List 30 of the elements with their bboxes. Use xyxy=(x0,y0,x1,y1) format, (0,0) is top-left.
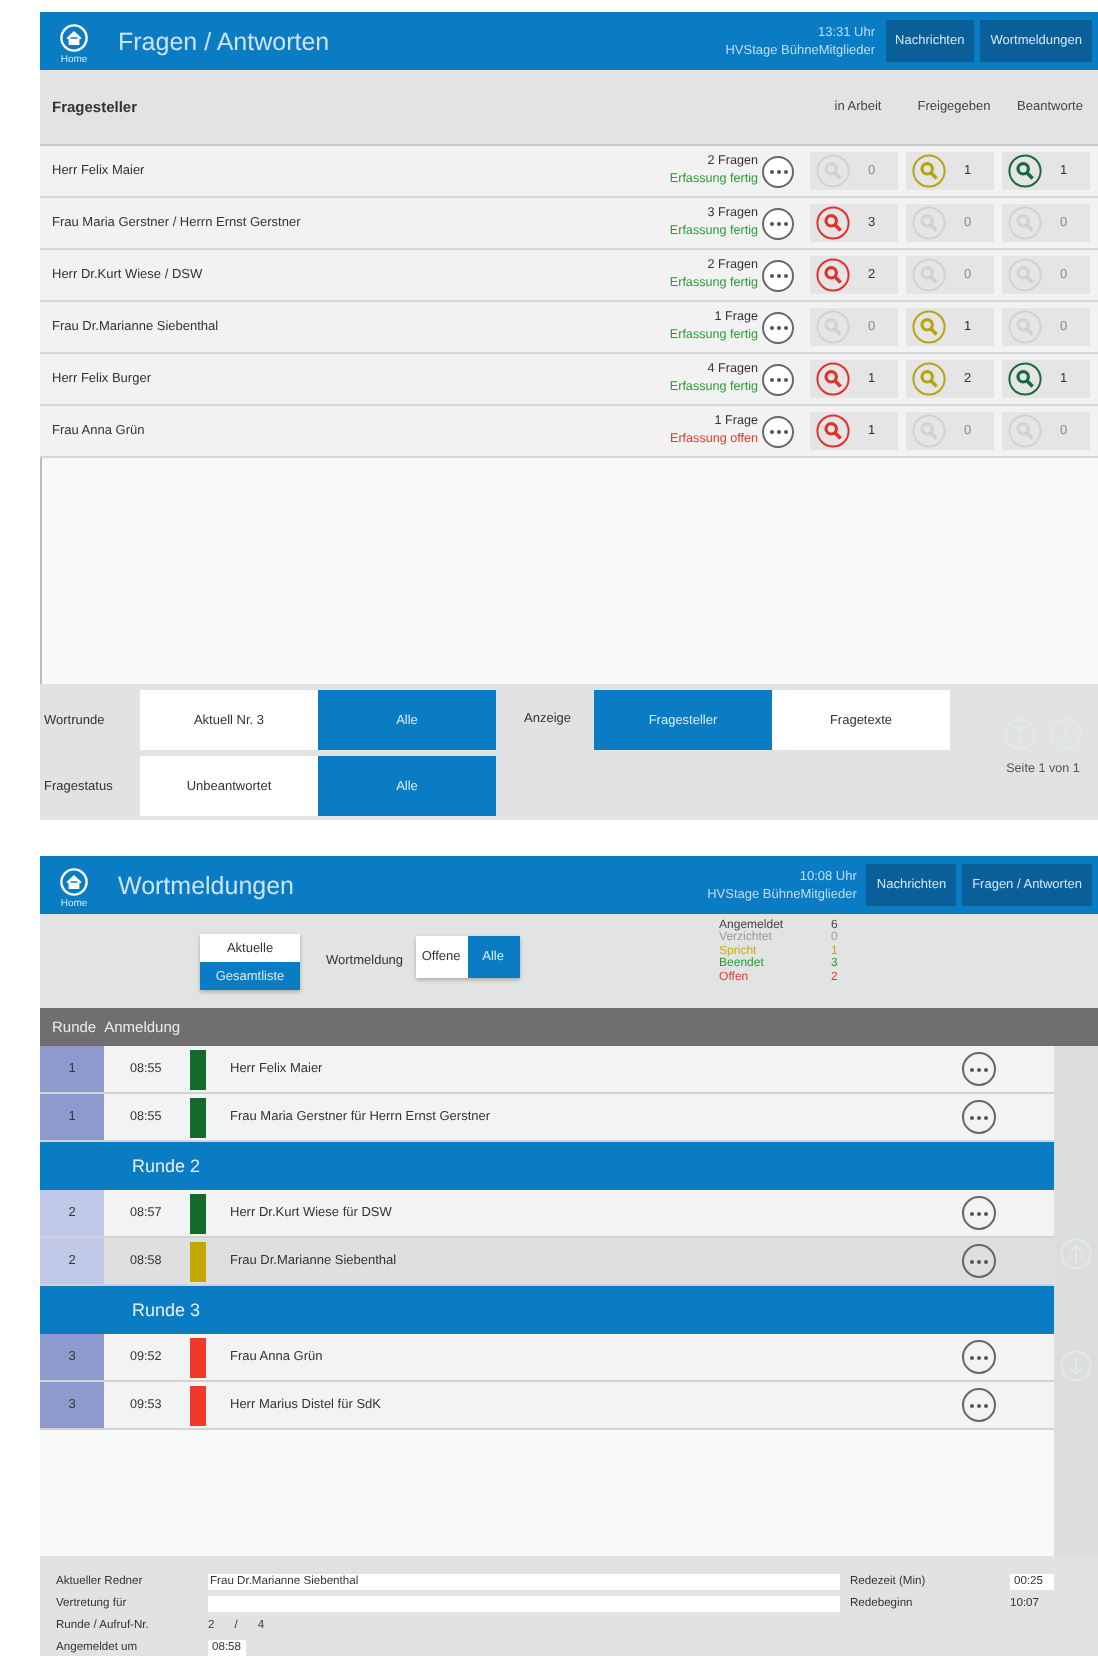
ellipsis-icon xyxy=(767,375,789,383)
more-button[interactable] xyxy=(962,1100,996,1134)
ellipsis-icon xyxy=(968,1353,990,1361)
ellipsis-icon xyxy=(968,1401,990,1409)
home-icon[interactable] xyxy=(60,867,88,895)
more-button[interactable] xyxy=(762,415,794,447)
ellipsis-icon xyxy=(767,271,789,279)
more-button[interactable] xyxy=(962,1388,996,1422)
home-icon[interactable] xyxy=(60,23,88,51)
more-button[interactable] xyxy=(962,1244,996,1278)
ellipsis-icon xyxy=(767,427,789,435)
ellipsis-icon xyxy=(767,219,789,227)
more-button[interactable] xyxy=(962,1052,996,1086)
page-title: Fragen / Antworten xyxy=(118,27,332,55)
more-button[interactable] xyxy=(962,1196,996,1230)
ellipsis-icon xyxy=(968,1209,990,1217)
ellipsis-icon xyxy=(767,167,789,175)
round-header: Runde 2 xyxy=(40,1142,1054,1190)
page-title: Wortmeldungen xyxy=(118,871,297,899)
more-button[interactable] xyxy=(962,1340,996,1374)
ellipsis-icon xyxy=(968,1065,990,1073)
more-button[interactable] xyxy=(762,311,794,343)
more-button[interactable] xyxy=(762,207,794,239)
more-button[interactable] xyxy=(762,259,794,291)
more-button[interactable] xyxy=(762,155,794,187)
round-header: Runde 3 xyxy=(40,1286,1054,1334)
ellipsis-icon xyxy=(968,1113,990,1121)
ellipsis-icon xyxy=(767,323,789,331)
more-button[interactable] xyxy=(762,363,794,395)
ellipsis-icon xyxy=(968,1257,990,1265)
